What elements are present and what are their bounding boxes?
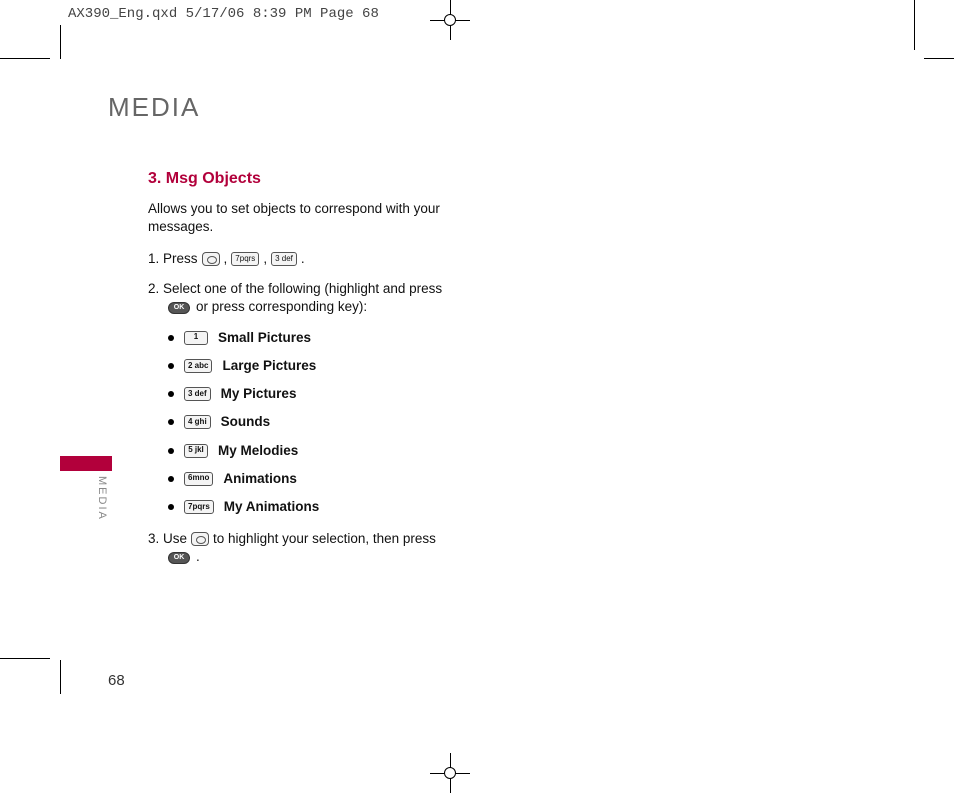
content-block: 3. Msg Objects Allows you to set objects… xyxy=(148,168,508,579)
bullet-icon xyxy=(168,419,174,425)
menu-key-icon xyxy=(202,252,220,266)
key-4ghi-icon: 4 ghi xyxy=(184,415,211,429)
bullet-icon xyxy=(168,335,174,341)
list-item: 3 def My Pictures xyxy=(168,385,508,403)
step3-suffix: to highlight your selection, then press xyxy=(213,530,436,548)
option-label: Large Pictures xyxy=(222,357,316,375)
trim-mark xyxy=(60,25,61,59)
step2-tail: or press corresponding key): xyxy=(196,298,367,316)
key-1-icon: 1 xyxy=(184,331,208,345)
list-item: 1 Small Pictures xyxy=(168,329,508,347)
section-title: 3. Msg Objects xyxy=(148,168,508,190)
side-label: MEDIA xyxy=(96,476,108,521)
bullet-icon xyxy=(168,363,174,369)
list-item: 7pqrs My Animations xyxy=(168,498,508,516)
bullet-icon xyxy=(168,448,174,454)
step1-prefix: 1. Press xyxy=(148,250,198,268)
bullet-icon xyxy=(168,391,174,397)
page-number: 68 xyxy=(108,672,125,689)
key-7pqrs-icon: 7pqrs xyxy=(184,500,214,514)
list-item: 5 jkl My Melodies xyxy=(168,442,508,460)
bullet-icon xyxy=(168,504,174,510)
chapter-title: MEDIA xyxy=(108,92,200,123)
key-7pqrs-icon: 7pqrs xyxy=(231,252,259,266)
option-label: Animations xyxy=(223,470,297,488)
step2-text: 2. Select one of the following (highligh… xyxy=(148,280,442,298)
key-3def-icon: 3 def xyxy=(184,387,211,401)
list-item: 4 ghi Sounds xyxy=(168,413,508,431)
list-item: 2 abc Large Pictures xyxy=(168,357,508,375)
option-label: My Animations xyxy=(224,498,320,516)
trim-mark xyxy=(0,58,50,59)
option-label: Small Pictures xyxy=(218,329,311,347)
step-3: 3. Use to highlight your selection, then… xyxy=(148,530,508,566)
trim-mark xyxy=(924,58,954,59)
key-3def-icon: 3 def xyxy=(271,252,297,266)
ok-key-icon: OK xyxy=(168,302,190,314)
trim-mark xyxy=(60,660,61,694)
ok-key-icon: OK xyxy=(168,552,190,564)
trim-mark xyxy=(914,0,915,50)
option-label: My Melodies xyxy=(218,442,298,460)
option-label: My Pictures xyxy=(221,385,297,403)
side-tab xyxy=(60,456,112,471)
key-2abc-icon: 2 abc xyxy=(184,359,212,373)
section-intro: Allows you to set objects to correspond … xyxy=(148,200,508,236)
key-5jkl-icon: 5 jkl xyxy=(184,444,208,458)
step-1: 1. Press , 7pqrs, 3 def. xyxy=(148,250,508,268)
options-list: 1 Small Pictures 2 abc Large Pictures 3 … xyxy=(168,329,508,517)
list-item: 6mno Animations xyxy=(168,470,508,488)
option-label: Sounds xyxy=(221,413,271,431)
trim-mark xyxy=(0,658,50,659)
nav-key-icon xyxy=(191,532,209,546)
page-root: AX390_Eng.qxd 5/17/06 8:39 PM Page 68 ME… xyxy=(0,0,954,793)
print-header: AX390_Eng.qxd 5/17/06 8:39 PM Page 68 xyxy=(68,6,379,22)
key-6mno-icon: 6mno xyxy=(184,472,213,486)
step3-prefix: 3. Use xyxy=(148,530,187,548)
step-2: 2. Select one of the following (highligh… xyxy=(148,280,508,316)
bullet-icon xyxy=(168,476,174,482)
